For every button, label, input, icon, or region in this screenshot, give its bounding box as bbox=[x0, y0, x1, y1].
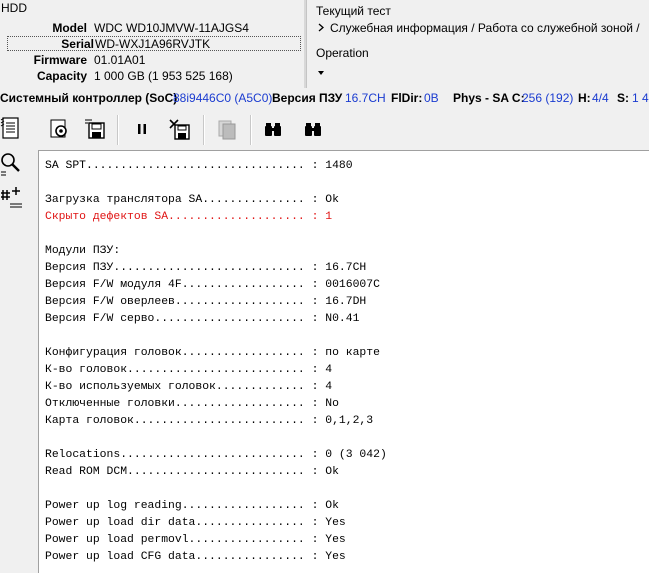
toolbar-separator bbox=[203, 115, 205, 145]
binoculars-icon[interactable] bbox=[260, 116, 286, 142]
fldir-value: 0B bbox=[424, 91, 439, 105]
close-disk-icon[interactable] bbox=[167, 116, 193, 142]
log-line: Скрыто дефектов SA.................... :… bbox=[45, 211, 333, 223]
chevron-right-icon bbox=[318, 23, 330, 35]
log-line: Power up log reading.................. :… bbox=[45, 500, 339, 512]
settings-page-icon[interactable] bbox=[46, 116, 72, 142]
capacity-label: Capacity bbox=[36, 69, 87, 83]
rom-value: 16.7CH bbox=[345, 91, 386, 105]
operation-title: Operation bbox=[316, 46, 369, 60]
log-line: Power up load dir data................ :… bbox=[45, 517, 346, 529]
rom-label: Версия ПЗУ bbox=[272, 91, 343, 105]
hdd-capacity-row: Capacity 1 000 GB (1 953 525 168) bbox=[0, 68, 300, 84]
save-disk-icon[interactable] bbox=[82, 116, 108, 142]
log-line: Отключенные головки................... :… bbox=[45, 398, 339, 410]
dropdown-arrow-icon[interactable] bbox=[318, 71, 324, 75]
log-line: Модули ПЗУ: bbox=[45, 245, 121, 257]
log-line: Версия F/W модуля 4F.................. :… bbox=[45, 279, 380, 291]
toolbar bbox=[38, 112, 649, 148]
pause-icon[interactable] bbox=[129, 116, 155, 142]
log-line: К-во головок.......................... :… bbox=[45, 364, 333, 376]
serial-value: WD-WXJ1A96RVJTK bbox=[95, 37, 211, 51]
log-line: К-во используемых головок............. :… bbox=[45, 381, 333, 393]
physsa-value: 256 (192) bbox=[522, 91, 574, 105]
log-line: Карта головок......................... :… bbox=[45, 415, 374, 427]
hdd-firmware-row: Firmware 01.01A01 bbox=[0, 52, 300, 68]
current-test-title: Текущий тест bbox=[316, 4, 391, 18]
toolbar-separator bbox=[117, 115, 119, 145]
binoculars-next-icon[interactable] bbox=[300, 116, 326, 142]
document-list-icon[interactable] bbox=[0, 116, 28, 144]
toolbar-separator bbox=[250, 115, 252, 145]
log-line: Конфигурация головок.................. :… bbox=[45, 347, 380, 359]
log-line: Relocations........................... :… bbox=[45, 449, 387, 461]
log-text-area[interactable]: SA SPT................................ :… bbox=[38, 150, 649, 573]
log-line: Версия F/W оверлеев................... :… bbox=[45, 296, 367, 308]
hdd-panel-title: HDD bbox=[1, 1, 27, 15]
capacity-value: 1 000 GB (1 953 525 168) bbox=[94, 69, 233, 83]
firmware-label: Firmware bbox=[33, 53, 87, 67]
heads-value: 4/4 bbox=[592, 91, 609, 105]
soc-value: 88i9446C0 (A5C0) bbox=[173, 91, 273, 105]
panel-divider bbox=[304, 0, 307, 88]
physsa-label: Phys - SA C: bbox=[453, 91, 525, 105]
grid-plus-icon[interactable] bbox=[0, 186, 28, 214]
log-line: Read ROM DCM.......................... :… bbox=[45, 466, 339, 478]
left-toolstrip bbox=[0, 112, 30, 573]
current-test-item[interactable]: Служебная информация / Работа со служебн… bbox=[318, 21, 649, 41]
fldir-label: FlDir: bbox=[391, 91, 423, 105]
serial-label: Serial bbox=[61, 37, 94, 51]
s-value: 1 4 bbox=[632, 91, 649, 105]
hdd-model-row: Model WDC WD10JMVW-11AJGS4 bbox=[0, 20, 300, 36]
hdd-serial-row[interactable]: Serial WD-WXJ1A96RVJTK bbox=[7, 36, 301, 51]
copy-icon[interactable] bbox=[214, 116, 240, 142]
heads-label: H: bbox=[578, 91, 591, 105]
current-test-text: Служебная информация / Работа со служебн… bbox=[330, 21, 640, 35]
log-line: SA SPT................................ :… bbox=[45, 160, 353, 172]
log-lines: SA SPT................................ :… bbox=[45, 158, 387, 566]
firmware-value: 01.01A01 bbox=[94, 53, 146, 67]
status-bar: Системный контроллер (SoC) 88i9446C0 (A5… bbox=[0, 88, 649, 108]
log-line: Версия ПЗУ............................ :… bbox=[45, 262, 367, 274]
log-line: Power up load permovl................. :… bbox=[45, 534, 346, 546]
s-label: S: bbox=[617, 91, 629, 105]
model-label: Model bbox=[52, 21, 87, 35]
operation-dropdown[interactable] bbox=[314, 63, 649, 85]
search-magnifier-icon[interactable] bbox=[0, 152, 28, 180]
log-line: Загрузка транслятора SA............... :… bbox=[45, 194, 339, 206]
log-line: Power up load CFG data................ :… bbox=[45, 551, 346, 563]
soc-label: Системный контроллер (SoC) bbox=[0, 91, 178, 105]
log-line: Версия F/W серво...................... :… bbox=[45, 313, 360, 325]
model-value: WDC WD10JMVW-11AJGS4 bbox=[94, 21, 249, 35]
